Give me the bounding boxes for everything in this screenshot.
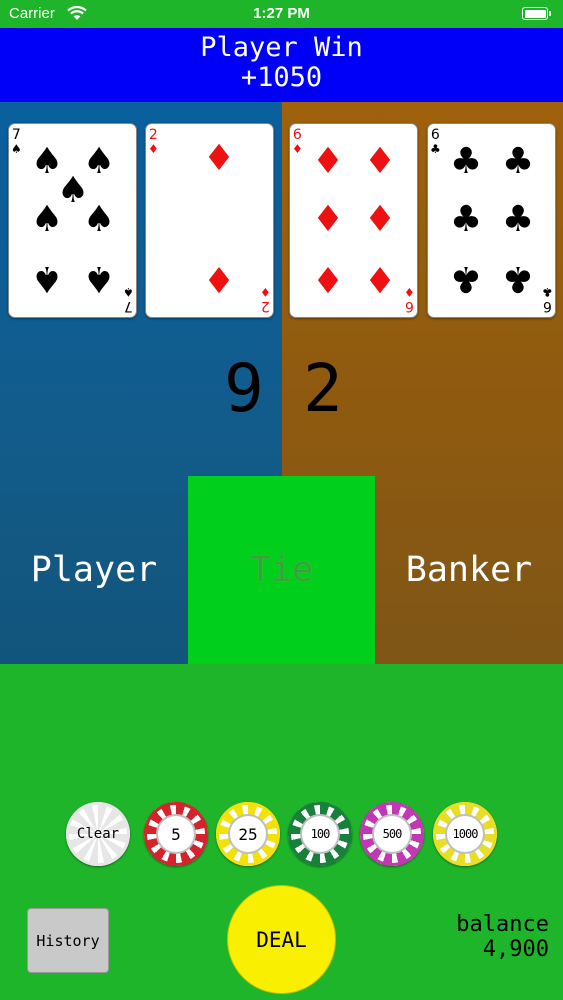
chip-500-label: 500 <box>382 827 403 841</box>
card-pip-icon: ♠ <box>30 258 64 299</box>
bet-player-area[interactable]: Player <box>0 476 188 664</box>
chip-25-button[interactable]: 25 <box>216 802 280 866</box>
deal-button-label: DEAL <box>256 927 307 952</box>
card-corner-index: 6 ♣ <box>542 285 553 314</box>
player-score: 9 <box>224 350 264 427</box>
card-pip-icon: ♦ <box>363 258 397 299</box>
card-pip-icon: ♦ <box>363 141 397 182</box>
result-banner: Player Win +1050 <box>0 28 563 102</box>
card-pip-icon: ♠ <box>82 258 116 299</box>
history-button[interactable]: History <box>27 908 109 973</box>
status-bar: Carrier 1:27 PM <box>0 0 563 28</box>
balance-label: balance <box>456 912 549 937</box>
chip-1000-label: 1000 <box>452 827 479 841</box>
result-amount: +1050 <box>240 62 323 93</box>
bet-tie-area[interactable]: Tie <box>188 476 375 664</box>
bet-banker-area[interactable]: Banker <box>375 476 563 664</box>
clock: 1:27 PM <box>253 5 310 22</box>
banker-card-1: 6 ♦ 6 ♦ ♦ ♦ ♦ ♦ ♦ ♦ <box>289 123 418 318</box>
card-corner-index: 7 ♠ <box>11 127 22 156</box>
card-corner-index: 2 ♦ <box>148 127 159 156</box>
balance-display: balance 4,900 <box>456 912 549 962</box>
card-corner-index: 6 ♦ <box>404 285 415 314</box>
card-pip-icon: ♦ <box>202 258 236 299</box>
bet-player-label: Player <box>30 550 158 590</box>
chip-5-label: 5 <box>171 824 181 844</box>
clear-chip-button[interactable]: Clear <box>66 802 130 866</box>
history-button-label: History <box>36 931 100 950</box>
card-pip-icon: ♦ <box>311 141 345 182</box>
card-pip-icon: ♣ <box>449 199 483 240</box>
clear-chip-label: Clear <box>76 826 120 842</box>
card-pip-icon: ♣ <box>501 199 535 240</box>
chip-5-button[interactable]: 5 <box>144 802 208 866</box>
player-card-2: 2 ♦ 2 ♦ ♦ ♦ <box>145 123 274 318</box>
chip-100-button[interactable]: 100 <box>288 802 352 866</box>
card-pip-icon: ♦ <box>311 199 345 240</box>
banker-score: 2 <box>303 350 343 427</box>
card-corner-index: 6 ♦ <box>292 127 303 156</box>
balance-value: 4,900 <box>482 937 549 962</box>
card-pip-icon: ♦ <box>363 199 397 240</box>
card-pip-icon: ♠ <box>30 199 64 240</box>
bet-tie-label: Tie <box>249 550 314 590</box>
deal-button[interactable]: DEAL <box>227 885 336 994</box>
card-pip-icon: ♣ <box>501 141 535 182</box>
card-corner-index: 2 ♦ <box>260 285 271 314</box>
chip-25-label: 25 <box>238 824 258 844</box>
player-card-1: 7 ♠ 7 ♠ ♠ ♠ ♠ ♠ ♠ ♠ ♠ <box>8 123 137 318</box>
card-pip-icon: ♦ <box>202 138 236 179</box>
card-corner-index: 6 ♣ <box>430 127 441 156</box>
card-pip-icon: ♣ <box>501 258 535 299</box>
battery-icon <box>522 7 551 20</box>
card-pip-icon: ♠ <box>82 199 116 240</box>
bet-banker-label: Banker <box>405 550 533 590</box>
card-pip-icon: ♣ <box>449 141 483 182</box>
banker-card-2: 6 ♣ 6 ♣ ♣ ♣ ♣ ♣ ♣ ♣ <box>427 123 556 318</box>
card-corner-index: 7 ♠ <box>123 285 134 314</box>
chip-1000-button[interactable]: 1000 <box>433 802 497 866</box>
chip-100-label: 100 <box>310 827 331 841</box>
chip-500-button[interactable]: 500 <box>360 802 424 866</box>
result-title: Player Win <box>200 32 363 63</box>
card-pip-icon: ♣ <box>449 258 483 299</box>
card-pip-icon: ♦ <box>311 258 345 299</box>
